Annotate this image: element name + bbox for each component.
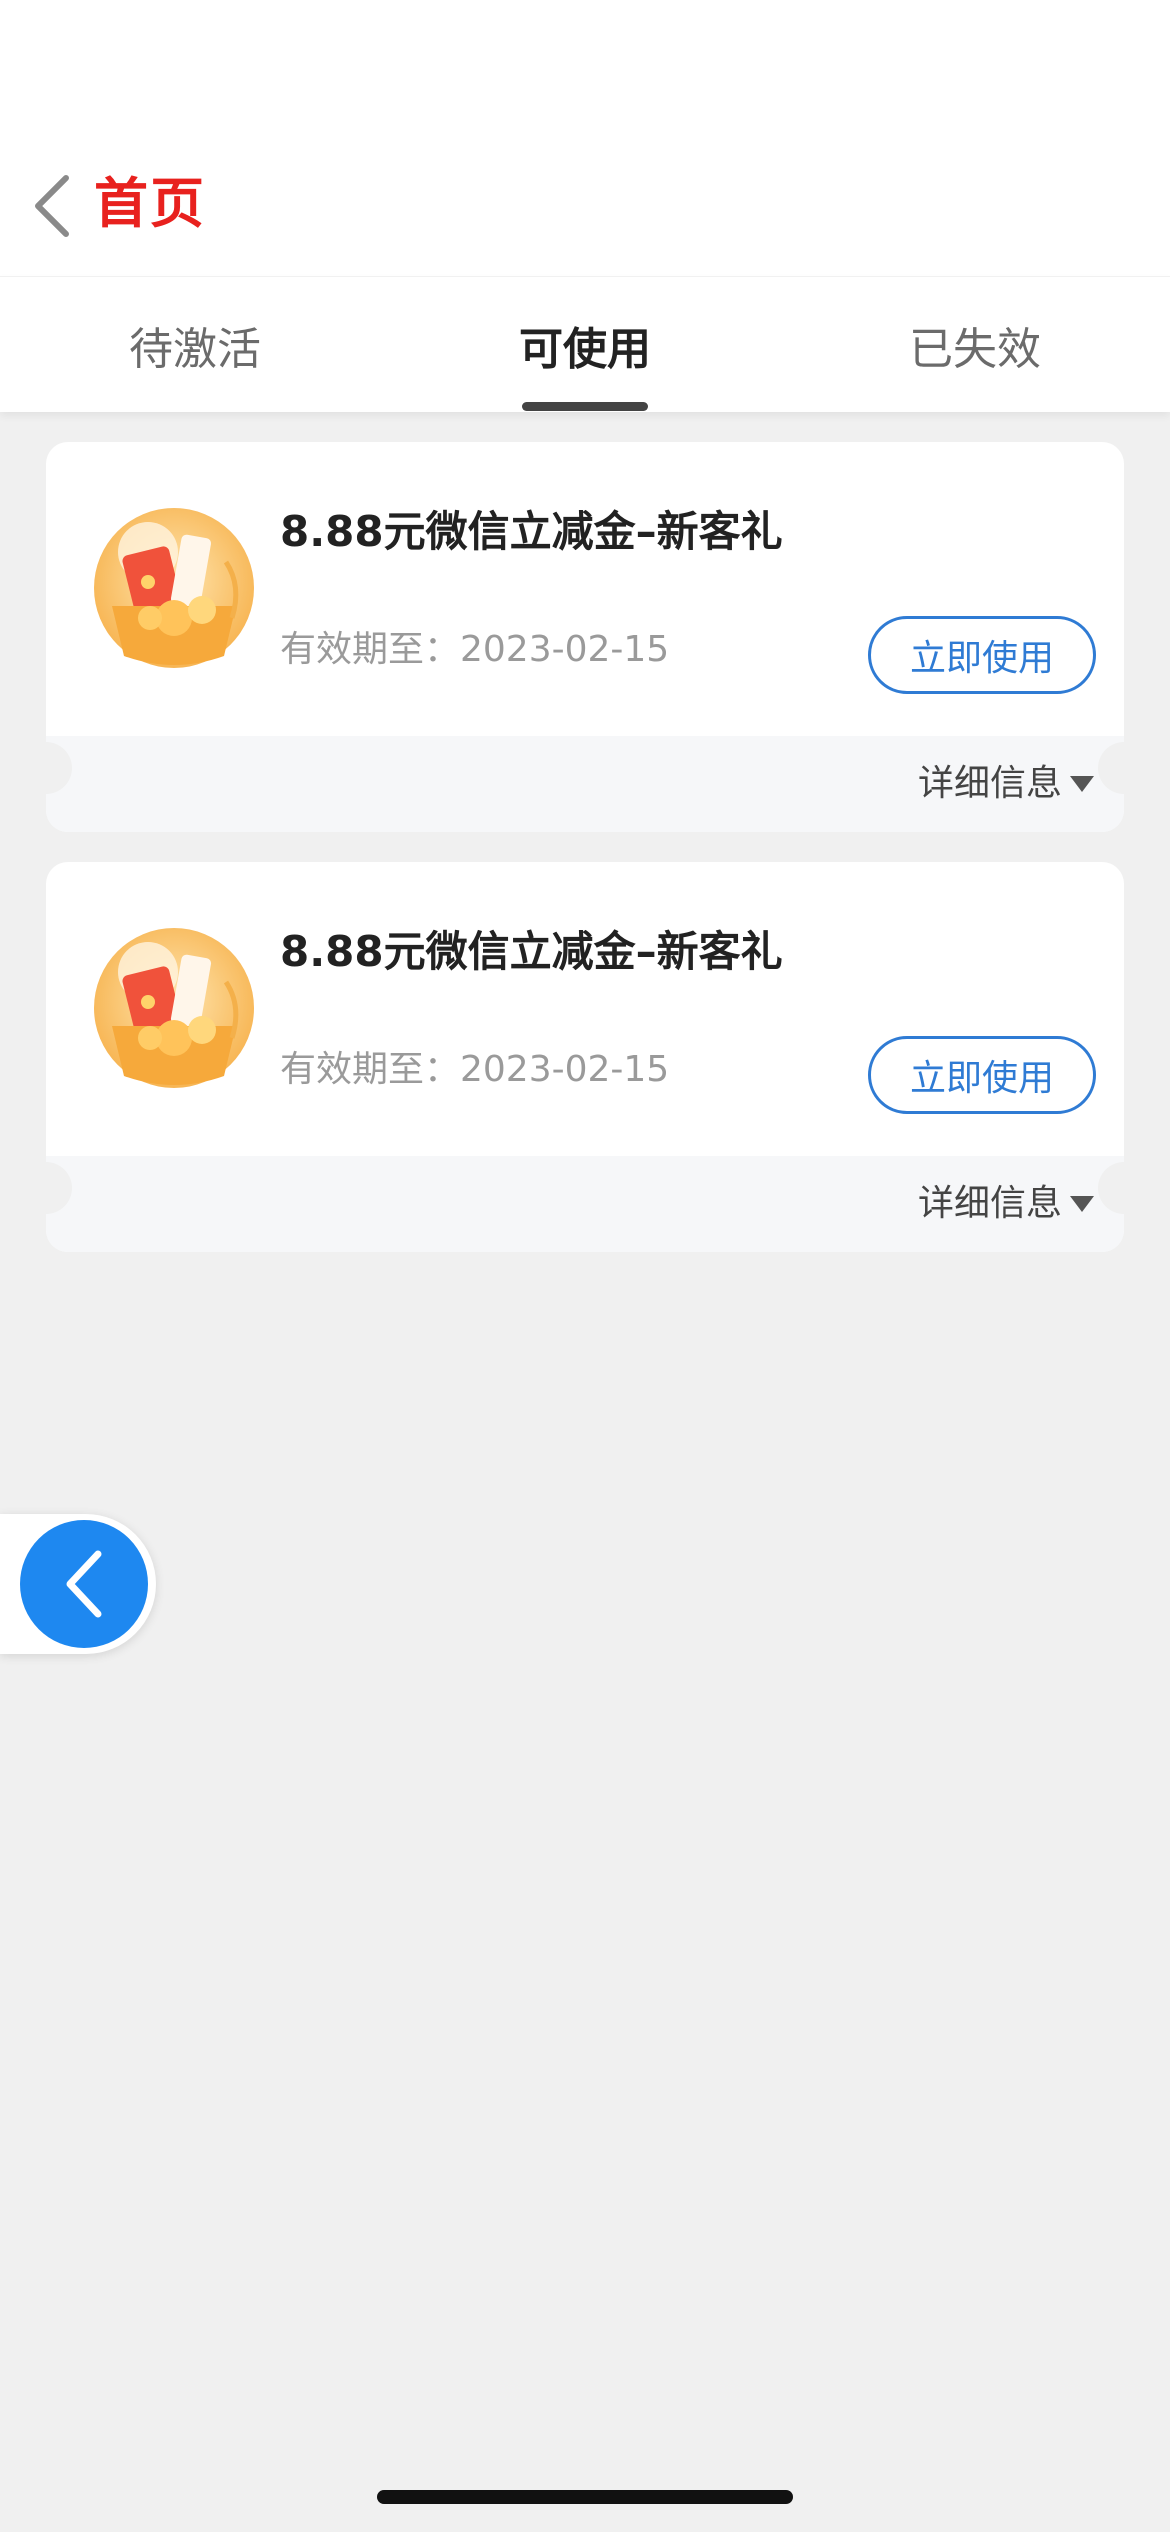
red-envelope-gift-icon bbox=[94, 508, 254, 668]
coupon-title: 8.88元微信立减金–新客礼 bbox=[280, 927, 783, 976]
details-label: 详细信息 bbox=[917, 763, 1062, 804]
triangle-down-icon bbox=[1070, 776, 1094, 792]
tab-bar: 待激活 可使用 已失效 bbox=[0, 276, 1170, 412]
details-label: 详细信息 bbox=[917, 1183, 1062, 1224]
coupon-expiry: 有效期至：2023-02-15 bbox=[280, 1049, 670, 1090]
red-envelope-gift-icon bbox=[94, 928, 254, 1088]
details-toggle[interactable]: 详细信息 bbox=[918, 1178, 1094, 1230]
coupon-card: 8.88元微信立减金–新客礼 有效期至：2023-02-15 立即使用 详细信息 bbox=[46, 862, 1124, 1252]
coupon-card: 8.88元微信立减金–新客礼 有效期至：2023-02-15 立即使用 详细信息 bbox=[46, 442, 1124, 832]
use-now-button[interactable]: 立即使用 bbox=[868, 1036, 1096, 1114]
tab-available[interactable]: 可使用 bbox=[390, 277, 780, 413]
page-title[interactable]: 首页 bbox=[94, 168, 206, 240]
coupon-expiry: 有效期至：2023-02-15 bbox=[280, 629, 670, 670]
use-now-button[interactable]: 立即使用 bbox=[868, 616, 1096, 694]
chevron-left-icon bbox=[35, 175, 69, 237]
home-indicator bbox=[377, 2490, 793, 2504]
chevron-left-icon bbox=[66, 1550, 102, 1618]
coupon-title: 8.88元微信立减金–新客礼 bbox=[280, 507, 783, 556]
triangle-down-icon bbox=[1070, 1196, 1094, 1212]
tab-expired[interactable]: 已失效 bbox=[780, 277, 1170, 413]
tab-pending-activation[interactable]: 待激活 bbox=[0, 277, 390, 413]
floating-back-button[interactable] bbox=[20, 1520, 148, 1648]
active-tab-indicator bbox=[522, 402, 648, 411]
nav-header: 首页 bbox=[0, 0, 1170, 276]
details-toggle[interactable]: 详细信息 bbox=[918, 758, 1094, 810]
back-button[interactable] bbox=[22, 170, 82, 242]
